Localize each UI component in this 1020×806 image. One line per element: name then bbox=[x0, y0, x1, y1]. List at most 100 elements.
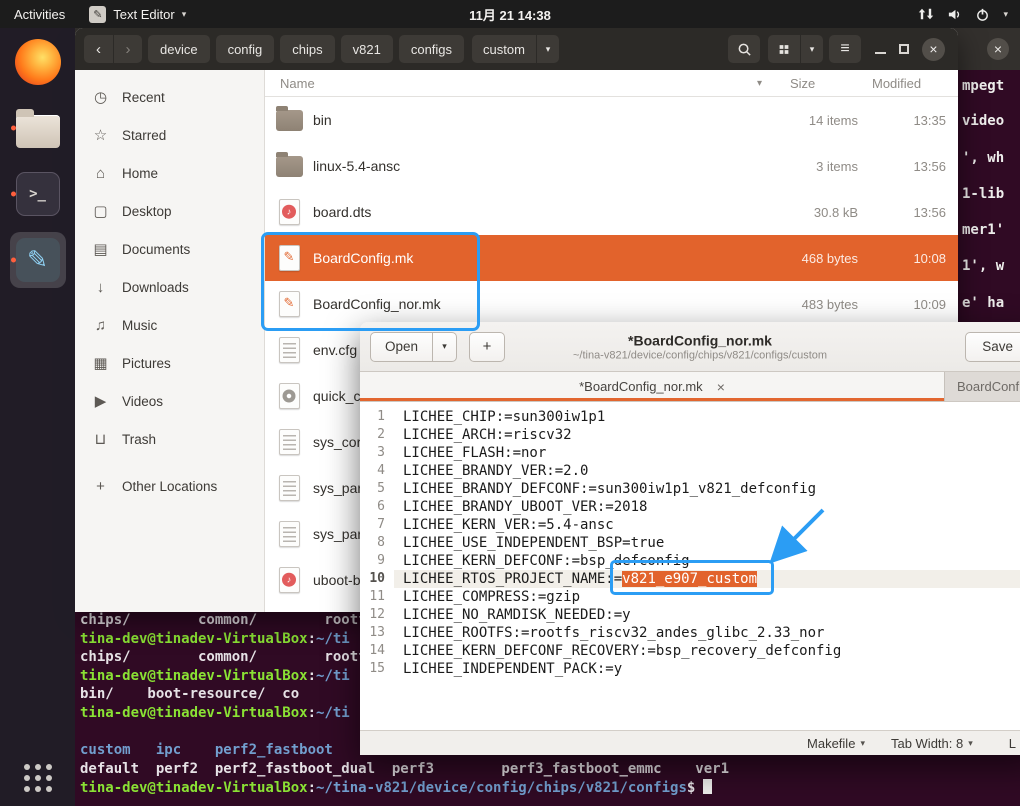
open-button[interactable]: Open bbox=[370, 332, 433, 362]
close-icon[interactable]: × bbox=[987, 38, 1009, 60]
system-tray[interactable]: ▾ bbox=[918, 7, 1020, 22]
forward-button[interactable]: › bbox=[113, 35, 142, 63]
home-icon: ⌂ bbox=[92, 165, 109, 182]
tab-boardconfig-nor[interactable]: *BoardConfig_nor.mk× bbox=[360, 372, 945, 401]
search-button[interactable] bbox=[728, 35, 760, 63]
breadcrumb-config[interactable]: config bbox=[216, 35, 275, 63]
text-file-icon bbox=[279, 475, 300, 501]
document-path: ~/tina-v821/device/config/chips/v821/con… bbox=[573, 349, 827, 361]
sidebar-item-documents[interactable]: ▤Documents bbox=[75, 230, 264, 268]
minimize-icon[interactable] bbox=[875, 45, 886, 54]
sidebar-item-recent[interactable]: ◷Recent bbox=[75, 78, 264, 116]
sidebar-item-music[interactable]: ♫Music bbox=[75, 306, 264, 344]
code-editor-area[interactable]: 1LICHEE_CHIP:=sun300iw1p1 2LICHEE_ARCH:=… bbox=[360, 402, 1020, 730]
dock-item-text-editor[interactable]: ✎ bbox=[10, 232, 66, 288]
trash-icon: ⊔ bbox=[92, 430, 109, 448]
firefox-icon bbox=[15, 39, 61, 85]
activities-button[interactable]: Activities bbox=[0, 0, 79, 28]
grid-view-icon bbox=[779, 43, 789, 56]
show-applications-button[interactable] bbox=[24, 764, 52, 792]
folder-icon bbox=[276, 156, 303, 177]
code-line: 5LICHEE_BRANDY_DEFCONF:=sun300iw1p1_v821… bbox=[360, 480, 1020, 498]
sidebar-item-home[interactable]: ⌂Home bbox=[75, 154, 264, 192]
documents-icon: ▤ bbox=[92, 240, 109, 258]
editor-headerbar: Open ▾ + *BoardConfig_nor.mk ~/tina-v821… bbox=[360, 322, 1020, 372]
desktop: × mpegt video ', wh 1-lib mer1' 1', w e'… bbox=[0, 0, 1020, 806]
script-file-icon bbox=[279, 291, 300, 317]
tab-width-selector[interactable]: Tab Width: 8▾ bbox=[891, 736, 973, 751]
files-headerbar: ‹ › device config chips v821 configs cus… bbox=[75, 28, 958, 70]
menu-icon[interactable]: ≡ bbox=[829, 35, 861, 63]
volume-icon bbox=[947, 7, 962, 22]
breadcrumb-chips[interactable]: chips bbox=[280, 35, 334, 63]
sidebar-item-trash[interactable]: ⊔Trash bbox=[75, 420, 264, 458]
file-row-selected[interactable]: BoardConfig.mk468 bytes10:08 bbox=[265, 235, 958, 281]
clock-icon: ◷ bbox=[92, 88, 109, 106]
text-editor-icon: ✎ bbox=[89, 6, 106, 23]
grid-view-button[interactable] bbox=[768, 35, 800, 63]
files-icon bbox=[16, 115, 60, 148]
column-name[interactable]: Name▾ bbox=[265, 76, 770, 91]
close-icon[interactable]: × bbox=[922, 38, 945, 61]
text-file-icon bbox=[279, 521, 300, 547]
chevron-down-icon: ▾ bbox=[182, 9, 187, 20]
tab-boardconfig[interactable]: BoardConf bbox=[945, 372, 1020, 401]
chevron-down-icon: ▾ bbox=[1003, 9, 1008, 20]
desktop-icon: ▢ bbox=[92, 202, 109, 220]
terminal-line: default perf2 perf2_fastboot_dual perf3 … bbox=[80, 761, 729, 780]
sidebar-item-pictures[interactable]: ▦Pictures bbox=[75, 344, 264, 382]
search-icon bbox=[737, 42, 752, 57]
disc-file-icon bbox=[279, 383, 300, 409]
breadcrumb-configs[interactable]: configs bbox=[399, 35, 464, 63]
script-file-icon bbox=[279, 245, 300, 271]
breadcrumb-v821[interactable]: v821 bbox=[341, 35, 393, 63]
music-icon: ♫ bbox=[92, 317, 109, 334]
file-row[interactable]: linux-5.4-ansc3 items13:56 bbox=[265, 143, 958, 189]
terminal-text-fragment: ', wh bbox=[962, 150, 1004, 166]
sidebar-item-videos[interactable]: ▶Videos bbox=[75, 382, 264, 420]
code-line: 7LICHEE_KERN_VER:=5.4-ansc bbox=[360, 516, 1020, 534]
window-title-block: *BoardConfig_nor.mk ~/tina-v821/device/c… bbox=[573, 332, 827, 361]
maximize-icon[interactable] bbox=[899, 44, 909, 54]
column-modified[interactable]: Modified bbox=[858, 76, 958, 91]
running-indicator bbox=[11, 258, 16, 263]
folder-icon bbox=[276, 110, 303, 131]
dock-item-files[interactable] bbox=[10, 100, 66, 156]
chevron-down-icon: ▾ bbox=[968, 738, 973, 749]
dock: >_ ✎ bbox=[0, 28, 75, 806]
code-line: 12LICHEE_NO_RAMDISK_NEEDED:=y bbox=[360, 606, 1020, 624]
file-row[interactable]: board.dts30.8 kB13:56 bbox=[265, 189, 958, 235]
dock-item-firefox[interactable] bbox=[10, 34, 66, 90]
new-tab-button[interactable]: + bbox=[469, 332, 505, 362]
code-line: 4LICHEE_BRANDY_VER:=2.0 bbox=[360, 462, 1020, 480]
view-options-chevron-icon[interactable]: ▾ bbox=[800, 35, 823, 63]
column-size[interactable]: Size bbox=[770, 76, 858, 91]
file-row[interactable]: BoardConfig_nor.mk483 bytes10:09 bbox=[265, 281, 958, 327]
sidebar-item-starred[interactable]: ☆Starred bbox=[75, 116, 264, 154]
open-chevron-icon[interactable]: ▾ bbox=[433, 332, 457, 362]
selected-text: v821_e907_custom bbox=[622, 571, 757, 587]
chevron-down-icon[interactable]: ▾ bbox=[536, 35, 559, 63]
sidebar-item-downloads[interactable]: ↓Downloads bbox=[75, 268, 264, 306]
media-file-icon bbox=[279, 199, 300, 225]
file-row[interactable]: bin14 items13:35 bbox=[265, 97, 958, 143]
breadcrumb-device[interactable]: device bbox=[148, 35, 210, 63]
terminal-text-fragment: video bbox=[962, 113, 1004, 129]
power-icon bbox=[975, 7, 990, 22]
dock-item-terminal[interactable]: >_ bbox=[10, 166, 66, 222]
terminal-text-fragment: e' ha bbox=[962, 295, 1004, 311]
clock[interactable]: 11月 21 14:38 bbox=[469, 5, 551, 24]
app-menu[interactable]: ✎ Text Editor ▾ bbox=[79, 0, 196, 28]
sidebar-item-desktop[interactable]: ▢Desktop bbox=[75, 192, 264, 230]
star-icon: ☆ bbox=[92, 126, 109, 144]
downloads-icon: ↓ bbox=[92, 279, 109, 296]
files-sidebar: ◷Recent ☆Starred ⌂Home ▢Desktop ▤Documen… bbox=[75, 70, 265, 612]
sidebar-item-other-locations[interactable]: +Other Locations bbox=[75, 467, 264, 505]
editor-statusbar: Makefile▾ Tab Width: 8▾ L bbox=[360, 730, 1020, 755]
sort-chevron-icon: ▾ bbox=[757, 78, 770, 89]
back-button[interactable]: ‹ bbox=[84, 35, 113, 63]
tab-close-icon[interactable]: × bbox=[717, 379, 725, 395]
save-button[interactable]: Save bbox=[965, 332, 1020, 362]
language-selector[interactable]: Makefile▾ bbox=[807, 736, 865, 751]
breadcrumb-custom[interactable]: custom bbox=[472, 35, 536, 63]
